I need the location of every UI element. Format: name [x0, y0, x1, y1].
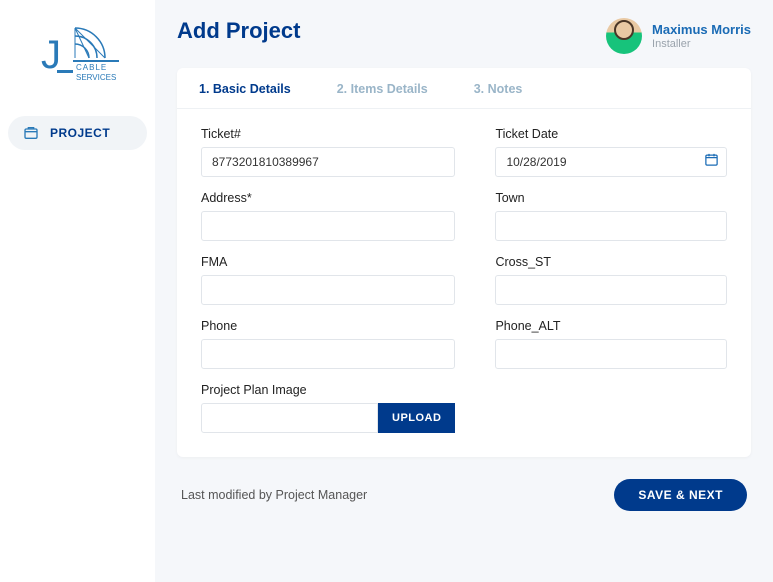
plan-image-input[interactable] — [201, 403, 378, 433]
logo: J CABLE SERVICES — [0, 18, 155, 88]
fma-label: FMA — [201, 255, 455, 269]
field-phone-alt: Phone_ALT — [495, 319, 727, 369]
user-profile[interactable]: Maximus Morris Installer — [606, 18, 751, 54]
address-label: Address* — [201, 191, 455, 205]
tab-notes[interactable]: 3. Notes — [474, 82, 523, 96]
form-card: 1. Basic Details 2. Items Details 3. Not… — [177, 68, 751, 457]
brand-logo-icon: J CABLE SERVICES — [37, 18, 119, 88]
field-town: Town — [495, 191, 727, 241]
field-fma: FMA — [201, 255, 455, 305]
ticket-date-input[interactable] — [495, 147, 727, 177]
phone-input[interactable] — [201, 339, 455, 369]
field-phone: Phone — [201, 319, 455, 369]
tab-basic-details[interactable]: 1. Basic Details — [199, 82, 291, 96]
form-body: Ticket# Ticket Date Address* Town — [177, 109, 751, 457]
ticket-label: Ticket# — [201, 127, 455, 141]
sidebar: J CABLE SERVICES PROJECT — [0, 0, 155, 582]
svg-text:SERVICES: SERVICES — [76, 73, 116, 82]
field-ticket-date: Ticket Date — [495, 127, 727, 177]
tab-items-details[interactable]: 2. Items Details — [337, 82, 428, 96]
field-plan-image: Project Plan Image UPLOAD — [201, 383, 455, 433]
phone-alt-label: Phone_ALT — [495, 319, 727, 333]
ticket-date-label: Ticket Date — [495, 127, 727, 141]
page-title: Add Project — [177, 18, 300, 44]
sidebar-item-label: PROJECT — [50, 126, 110, 140]
header: Add Project Maximus Morris Installer — [177, 18, 751, 54]
field-cross-st: Cross_ST — [495, 255, 727, 305]
sidebar-item-project[interactable]: PROJECT — [8, 116, 147, 150]
upload-button[interactable]: UPLOAD — [378, 403, 455, 433]
ticket-input[interactable] — [201, 147, 455, 177]
plan-image-label: Project Plan Image — [201, 383, 455, 397]
tabs: 1. Basic Details 2. Items Details 3. Not… — [177, 68, 751, 109]
phone-label: Phone — [201, 319, 455, 333]
main-content: Add Project Maximus Morris Installer 1. … — [155, 0, 773, 582]
user-name: Maximus Morris — [652, 22, 751, 38]
save-next-button[interactable]: SAVE & NEXT — [614, 479, 747, 511]
cross-st-label: Cross_ST — [495, 255, 727, 269]
town-input[interactable] — [495, 211, 727, 241]
footer: Last modified by Project Manager SAVE & … — [177, 457, 751, 511]
project-icon — [22, 124, 40, 142]
town-label: Town — [495, 191, 727, 205]
user-role: Installer — [652, 38, 751, 50]
fma-input[interactable] — [201, 275, 455, 305]
cross-st-input[interactable] — [495, 275, 727, 305]
phone-alt-input[interactable] — [495, 339, 727, 369]
svg-text:CABLE: CABLE — [76, 63, 107, 72]
avatar — [606, 18, 642, 54]
field-ticket: Ticket# — [201, 127, 455, 177]
field-address: Address* — [201, 191, 455, 241]
last-modified-text: Last modified by Project Manager — [181, 488, 367, 502]
address-input[interactable] — [201, 211, 455, 241]
